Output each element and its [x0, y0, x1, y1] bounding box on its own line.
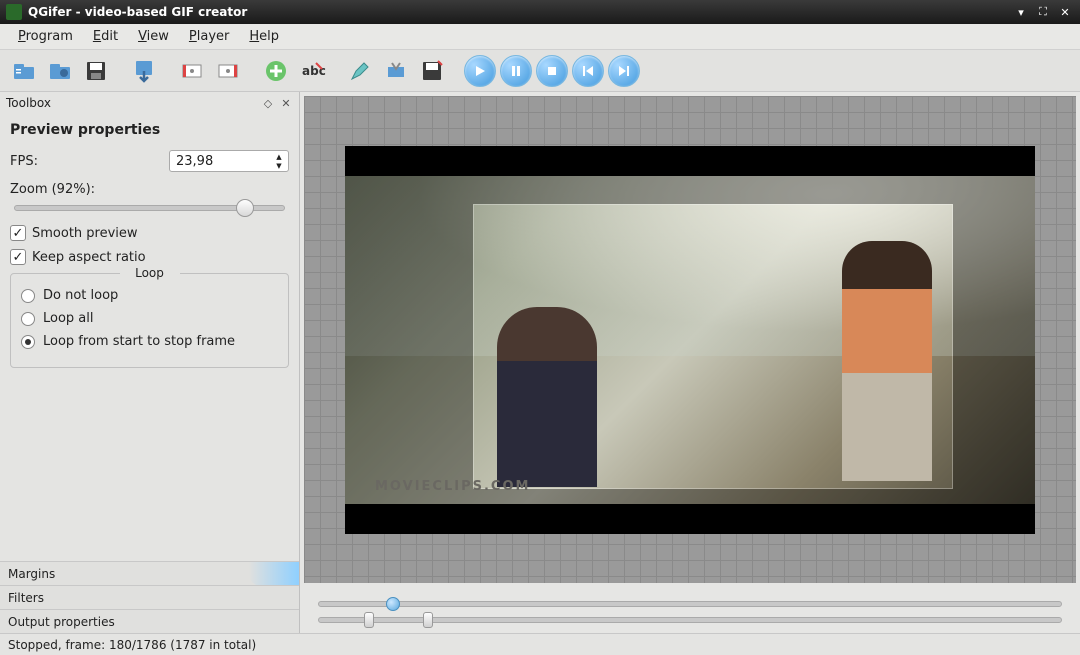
spin-up-icon[interactable]: ▲ [272, 152, 286, 161]
smooth-preview-label: Smooth preview [32, 226, 138, 241]
loop-option-none: Do not loop [43, 288, 118, 303]
crop-selection[interactable] [473, 204, 953, 489]
loop-group-title: Loop [120, 266, 180, 280]
loop-radio-range[interactable] [21, 335, 35, 349]
set-stop-button[interactable] [212, 55, 244, 87]
loop-option-all: Loop all [43, 311, 94, 326]
playhead-slider[interactable] [318, 601, 1062, 607]
main-area: MOVIECLIPS.COM [300, 92, 1080, 633]
range-slider[interactable] [318, 617, 1062, 623]
tool-filter-button[interactable] [380, 55, 412, 87]
range-start-handle[interactable] [364, 612, 374, 628]
loop-option-range: Loop from start to stop frame [43, 334, 235, 349]
prev-frame-button[interactable] [572, 55, 604, 87]
open-project-button[interactable] [8, 55, 40, 87]
titlebar: QGifer - video-based GIF creator ▾ ⛶ ✕ [0, 0, 1080, 24]
menu-help[interactable]: Help [239, 25, 289, 48]
add-object-button[interactable] [260, 55, 292, 87]
tool-brush-button[interactable] [344, 55, 376, 87]
preview-properties-panel: Preview properties FPS: 23,98 ▲▼ Zoom (9… [0, 114, 299, 561]
save-button[interactable] [80, 55, 112, 87]
range-end-handle[interactable] [423, 612, 433, 628]
smooth-preview-checkbox[interactable]: ✓ [10, 225, 26, 241]
tab-output-properties[interactable]: Output properties [0, 609, 299, 633]
add-text-button[interactable]: abc [296, 55, 328, 87]
keep-aspect-checkbox[interactable]: ✓ [10, 249, 26, 265]
tab-margins[interactable]: Margins [0, 561, 299, 585]
play-button[interactable] [464, 55, 496, 87]
loop-group: Loop Do not loop Loop all Loop from star… [10, 273, 289, 368]
set-start-button[interactable] [176, 55, 208, 87]
video-frame: MOVIECLIPS.COM [345, 146, 1035, 534]
status-text: Stopped, frame: 180/1786 (1787 in total) [8, 638, 256, 652]
app-icon [6, 4, 22, 20]
svg-text:abc: abc [302, 64, 326, 78]
close-button[interactable]: ✕ [1056, 4, 1074, 20]
spin-down-icon[interactable]: ▼ [272, 161, 286, 170]
timeline-area [300, 587, 1080, 633]
window-title: QGifer - video-based GIF creator [28, 5, 1008, 19]
watermark-text: MOVIECLIPS.COM [375, 479, 530, 494]
close-toolbox-icon[interactable]: ✕ [279, 96, 293, 110]
menu-view[interactable]: View [128, 25, 179, 48]
menu-player[interactable]: Player [179, 25, 239, 48]
zoom-label: Zoom (92%): [10, 182, 289, 197]
statusbar: Stopped, frame: 180/1786 (1787 in total) [0, 633, 1080, 655]
loop-radio-none[interactable] [21, 289, 35, 303]
fps-spinbox[interactable]: 23,98 ▲▼ [169, 150, 289, 172]
toolbox-title: Toolbox [6, 96, 257, 110]
pause-button[interactable] [500, 55, 532, 87]
open-video-button[interactable] [44, 55, 76, 87]
menu-program[interactable]: Program [8, 25, 83, 48]
stop-button[interactable] [536, 55, 568, 87]
tool-save-frame-button[interactable] [416, 55, 448, 87]
sidebar: Toolbox ◇ ✕ Preview properties FPS: 23,9… [0, 92, 300, 633]
keep-aspect-label: Keep aspect ratio [32, 250, 146, 265]
undock-icon[interactable]: ◇ [261, 96, 275, 110]
sidebar-tabs: Margins Filters Output properties [0, 561, 299, 633]
loop-radio-all[interactable] [21, 312, 35, 326]
minimize-button[interactable]: ▾ [1012, 4, 1030, 20]
export-gif-button[interactable] [128, 55, 160, 87]
maximize-button[interactable]: ⛶ [1034, 4, 1052, 20]
zoom-slider[interactable] [14, 205, 285, 211]
zoom-slider-thumb[interactable] [236, 199, 254, 217]
toolbox-header: Toolbox ◇ ✕ [0, 92, 299, 114]
next-frame-button[interactable] [608, 55, 640, 87]
toolbar: abc [0, 50, 1080, 92]
playhead-thumb[interactable] [386, 597, 400, 611]
preview-canvas[interactable]: MOVIECLIPS.COM [304, 96, 1076, 583]
tab-filters[interactable]: Filters [0, 585, 299, 609]
menubar: Program Edit View Player Help [0, 24, 1080, 50]
fps-value: 23,98 [176, 154, 213, 169]
menu-edit[interactable]: Edit [83, 25, 128, 48]
fps-label: FPS: [10, 154, 38, 169]
preview-properties-title: Preview properties [10, 122, 289, 138]
